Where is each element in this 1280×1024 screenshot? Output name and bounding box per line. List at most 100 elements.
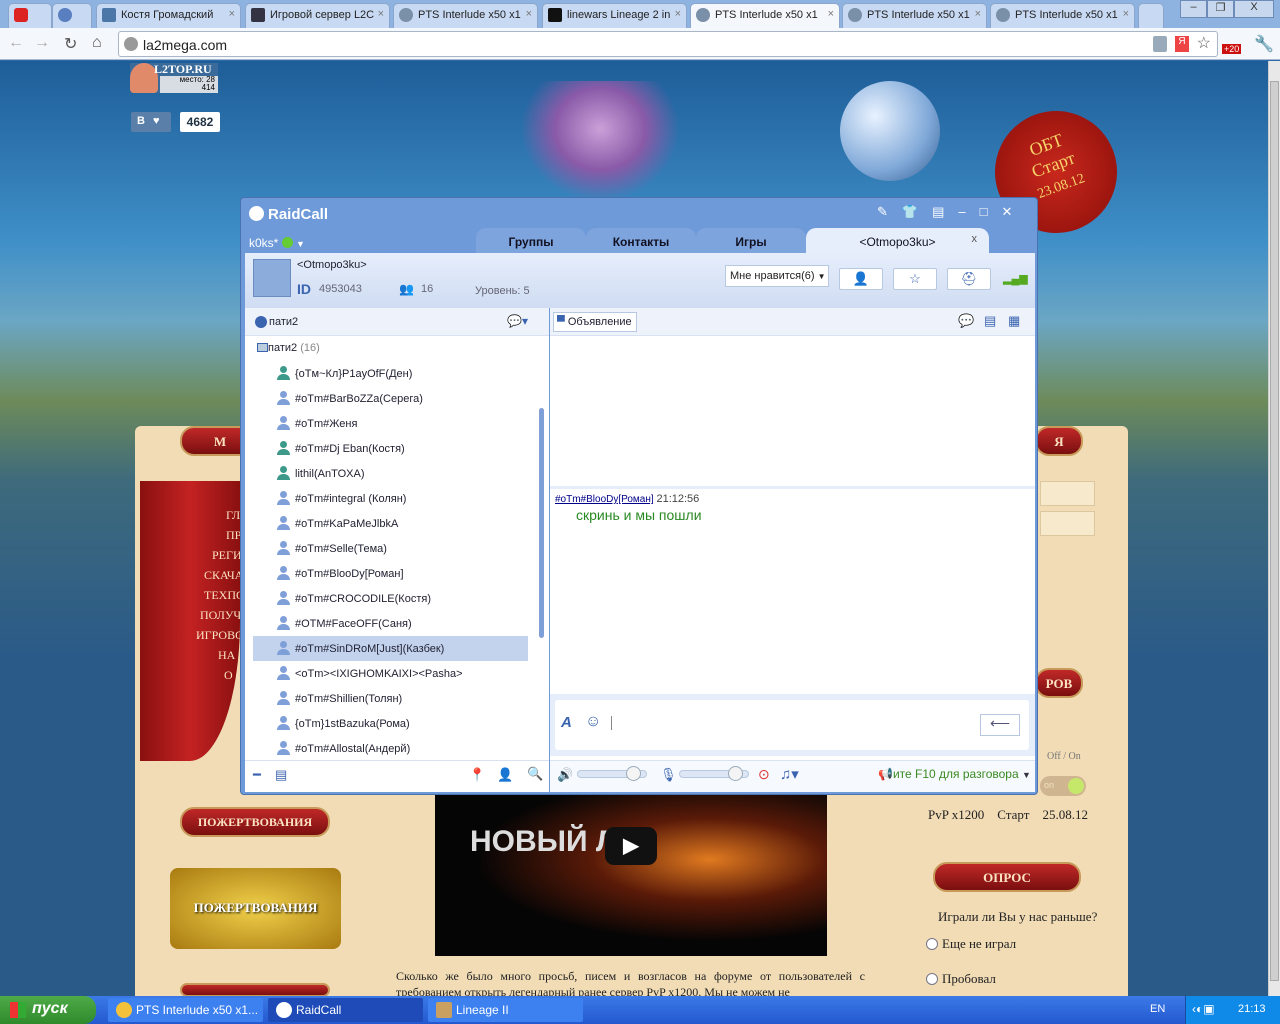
tab-vk[interactable]: Костя Громадский × xyxy=(96,3,241,28)
member-item[interactable]: {oTм~Кл}P1ayOfF(Ден) xyxy=(275,361,520,386)
collapse-icon[interactable] xyxy=(257,343,268,352)
microphone-icon[interactable]: 🎙 xyxy=(660,767,677,783)
menu-item[interactable]: СКАЧА xyxy=(204,568,243,583)
minimize-icon[interactable]: – xyxy=(958,204,965,220)
message-author-link[interactable]: #oTm#BlooDy[Роман] xyxy=(555,494,654,505)
collapse-all-icon[interactable]: ━ xyxy=(253,767,261,783)
tab-pts-3[interactable]: PTS Interlude x50 x1 × xyxy=(842,3,987,28)
video-player[interactable]: НОВЫЙ Л ▶ xyxy=(435,795,827,956)
push-to-talk[interactable]: 📢ите F10 для разговора ▼ xyxy=(878,767,1031,781)
shirt-icon[interactable]: 👕 xyxy=(902,204,918,220)
edit-icon[interactable]: ✎ xyxy=(877,204,888,220)
page-icon[interactable] xyxy=(1153,36,1167,52)
poll-option[interactable]: Еще не играл xyxy=(926,936,1016,952)
radio-button[interactable] xyxy=(926,938,938,950)
member-item[interactable]: lithil(AnTOXA) xyxy=(275,461,520,486)
maximize-button[interactable]: ❐ xyxy=(1207,0,1234,18)
menu-item[interactable]: ПОЛУЧ xyxy=(200,608,241,623)
member-item[interactable]: #oTm#Dj Eban(Костя) xyxy=(275,436,520,461)
menu-item[interactable]: НА xyxy=(218,648,235,663)
close-icon[interactable]: × xyxy=(975,8,981,20)
like-dropdown[interactable]: Мне нравится(6) ▼ xyxy=(725,265,829,287)
speaker-volume-slider[interactable] xyxy=(577,766,647,781)
font-icon[interactable]: A xyxy=(561,714,572,731)
member-item[interactable]: #oTm#SinDRoM[Just](Казбек) xyxy=(253,636,528,661)
vk-like-button[interactable]: В ♥ xyxy=(131,112,171,132)
admin-button[interactable]: ⛑ xyxy=(947,268,991,290)
announcement-button[interactable]: ▀ Объявление xyxy=(553,312,637,332)
member-item[interactable]: <oTm><IXIGHOMKAIXI><Pasha> xyxy=(275,661,520,686)
notepad-icon[interactable]: ▦ xyxy=(1008,313,1020,329)
menu-item[interactable]: ТЕХПО xyxy=(204,588,245,603)
member-item[interactable]: #oTm#BarBoZZa(Серега) xyxy=(275,386,520,411)
page-scrollbar[interactable] xyxy=(1268,61,1280,996)
close-icon[interactable]: ✕ xyxy=(1001,204,1012,220)
taskbar-item-raidcall[interactable]: RaidCall xyxy=(268,998,423,1022)
tray-icons[interactable]: ‹◐▣ xyxy=(1192,1002,1215,1016)
member-item[interactable]: #oTm#CROCODILE(Костя) xyxy=(275,586,520,611)
member-scrollbar[interactable] xyxy=(539,408,544,638)
taskbar-item-lineage[interactable]: Lineage II xyxy=(428,998,583,1022)
chevron-down-icon[interactable]: ▼ xyxy=(296,239,305,249)
radio-button[interactable] xyxy=(926,973,938,985)
close-icon[interactable]: × xyxy=(1123,8,1129,20)
start-button[interactable]: пуск xyxy=(0,996,96,1024)
reload-icon[interactable]: ↻ xyxy=(64,34,77,54)
member-item[interactable]: #oTm#Allostal(Андерй) xyxy=(275,736,520,761)
member-item[interactable]: #oTm#integral (Колян) xyxy=(275,486,520,511)
chat-bubble-icon[interactable]: 💬 xyxy=(958,313,974,329)
taskbar-item-browser[interactable]: PTS Interlude x50 x1... xyxy=(108,998,263,1022)
speaker-icon[interactable]: 🔊 xyxy=(557,767,573,783)
language-indicator[interactable]: EN xyxy=(1150,1003,1165,1015)
scroll-thumb[interactable] xyxy=(1270,81,1279,981)
search-icon[interactable]: 🔍 xyxy=(527,766,543,782)
tab-group-otmoroz[interactable]: <Otmopo3ku> x xyxy=(806,228,989,253)
tab-game-server[interactable]: Игровой сервер L2C × xyxy=(245,3,390,28)
emoji-icon[interactable]: ☺ xyxy=(585,713,601,731)
close-icon[interactable]: × xyxy=(229,8,235,20)
password-field[interactable] xyxy=(1040,511,1095,536)
slider-knob[interactable] xyxy=(728,766,743,781)
tab-pts-active[interactable]: PTS Interlude x50 x1 × xyxy=(690,3,840,28)
close-icon[interactable]: × xyxy=(378,8,384,20)
tab-pts-4[interactable]: PTS Interlude x50 x1 × xyxy=(990,3,1135,28)
maximize-icon[interactable]: □ xyxy=(980,204,988,220)
tab-games[interactable]: Игры xyxy=(696,228,806,253)
mic-volume-slider[interactable] xyxy=(679,766,749,781)
member-item[interactable]: #OTM#FaceOFF(Саня) xyxy=(275,611,520,636)
play-button[interactable]: ▶ xyxy=(605,827,657,865)
tab-linewars[interactable]: linewars Lineage 2 in × xyxy=(542,3,687,28)
message-input[interactable]: A ☺ ⟵ xyxy=(555,700,1029,750)
favorite-button[interactable]: ☆ xyxy=(893,268,937,290)
yandex-icon[interactable]: Я xyxy=(1175,36,1189,52)
close-icon[interactable]: × xyxy=(828,8,834,20)
menu-item[interactable]: ИГРОВО xyxy=(196,628,244,643)
forward-icon[interactable]: → xyxy=(34,34,50,52)
close-icon[interactable]: × xyxy=(675,8,681,20)
tab-contacts[interactable]: Контакты xyxy=(586,228,696,253)
list-icon[interactable]: ▤ xyxy=(984,313,996,329)
extension-badge[interactable]: +20 xyxy=(1222,44,1242,54)
channel-tree-node[interactable]: пати2 (16) xyxy=(257,342,320,354)
tab-pinned[interactable] xyxy=(52,3,92,28)
new-tab-button[interactable] xyxy=(1138,3,1164,28)
channel-menu-icon[interactable]: 💬▾ xyxy=(507,314,528,328)
user-status[interactable]: k0ks* ▼ xyxy=(249,236,305,250)
close-window-button[interactable]: X xyxy=(1234,0,1274,18)
server-toggle[interactable]: on xyxy=(1040,776,1086,796)
donate-banner[interactable]: ПОЖЕРТВОВАНИЯ xyxy=(170,868,341,949)
menu-item[interactable]: ГЛ xyxy=(226,508,240,523)
member-item[interactable]: #oTm#KaPaMeJlbkA xyxy=(275,511,520,536)
l2top-widget[interactable]: L2TOP.RU место: 28 414 xyxy=(130,62,218,93)
tab-pts-1[interactable]: PTS Interlude x50 x1 × xyxy=(393,3,538,28)
menu-item[interactable]: РЕГИ xyxy=(212,548,242,563)
close-tab-icon[interactable]: x xyxy=(972,233,978,245)
slider-knob[interactable] xyxy=(626,766,641,781)
record-icon[interactable]: ⊙ xyxy=(758,766,770,783)
minimize-button[interactable]: – xyxy=(1180,0,1207,18)
send-button[interactable]: ⟵ xyxy=(980,714,1020,736)
donate-header-button[interactable]: ПОЖЕРТВОВАНИЯ xyxy=(180,807,330,837)
member-item[interactable]: {oTm}1stBazuka(Рома) xyxy=(275,711,520,736)
location-icon[interactable]: 📍 xyxy=(469,767,485,783)
member-item[interactable]: #oTm#BlooDy[Роман] xyxy=(275,561,520,586)
